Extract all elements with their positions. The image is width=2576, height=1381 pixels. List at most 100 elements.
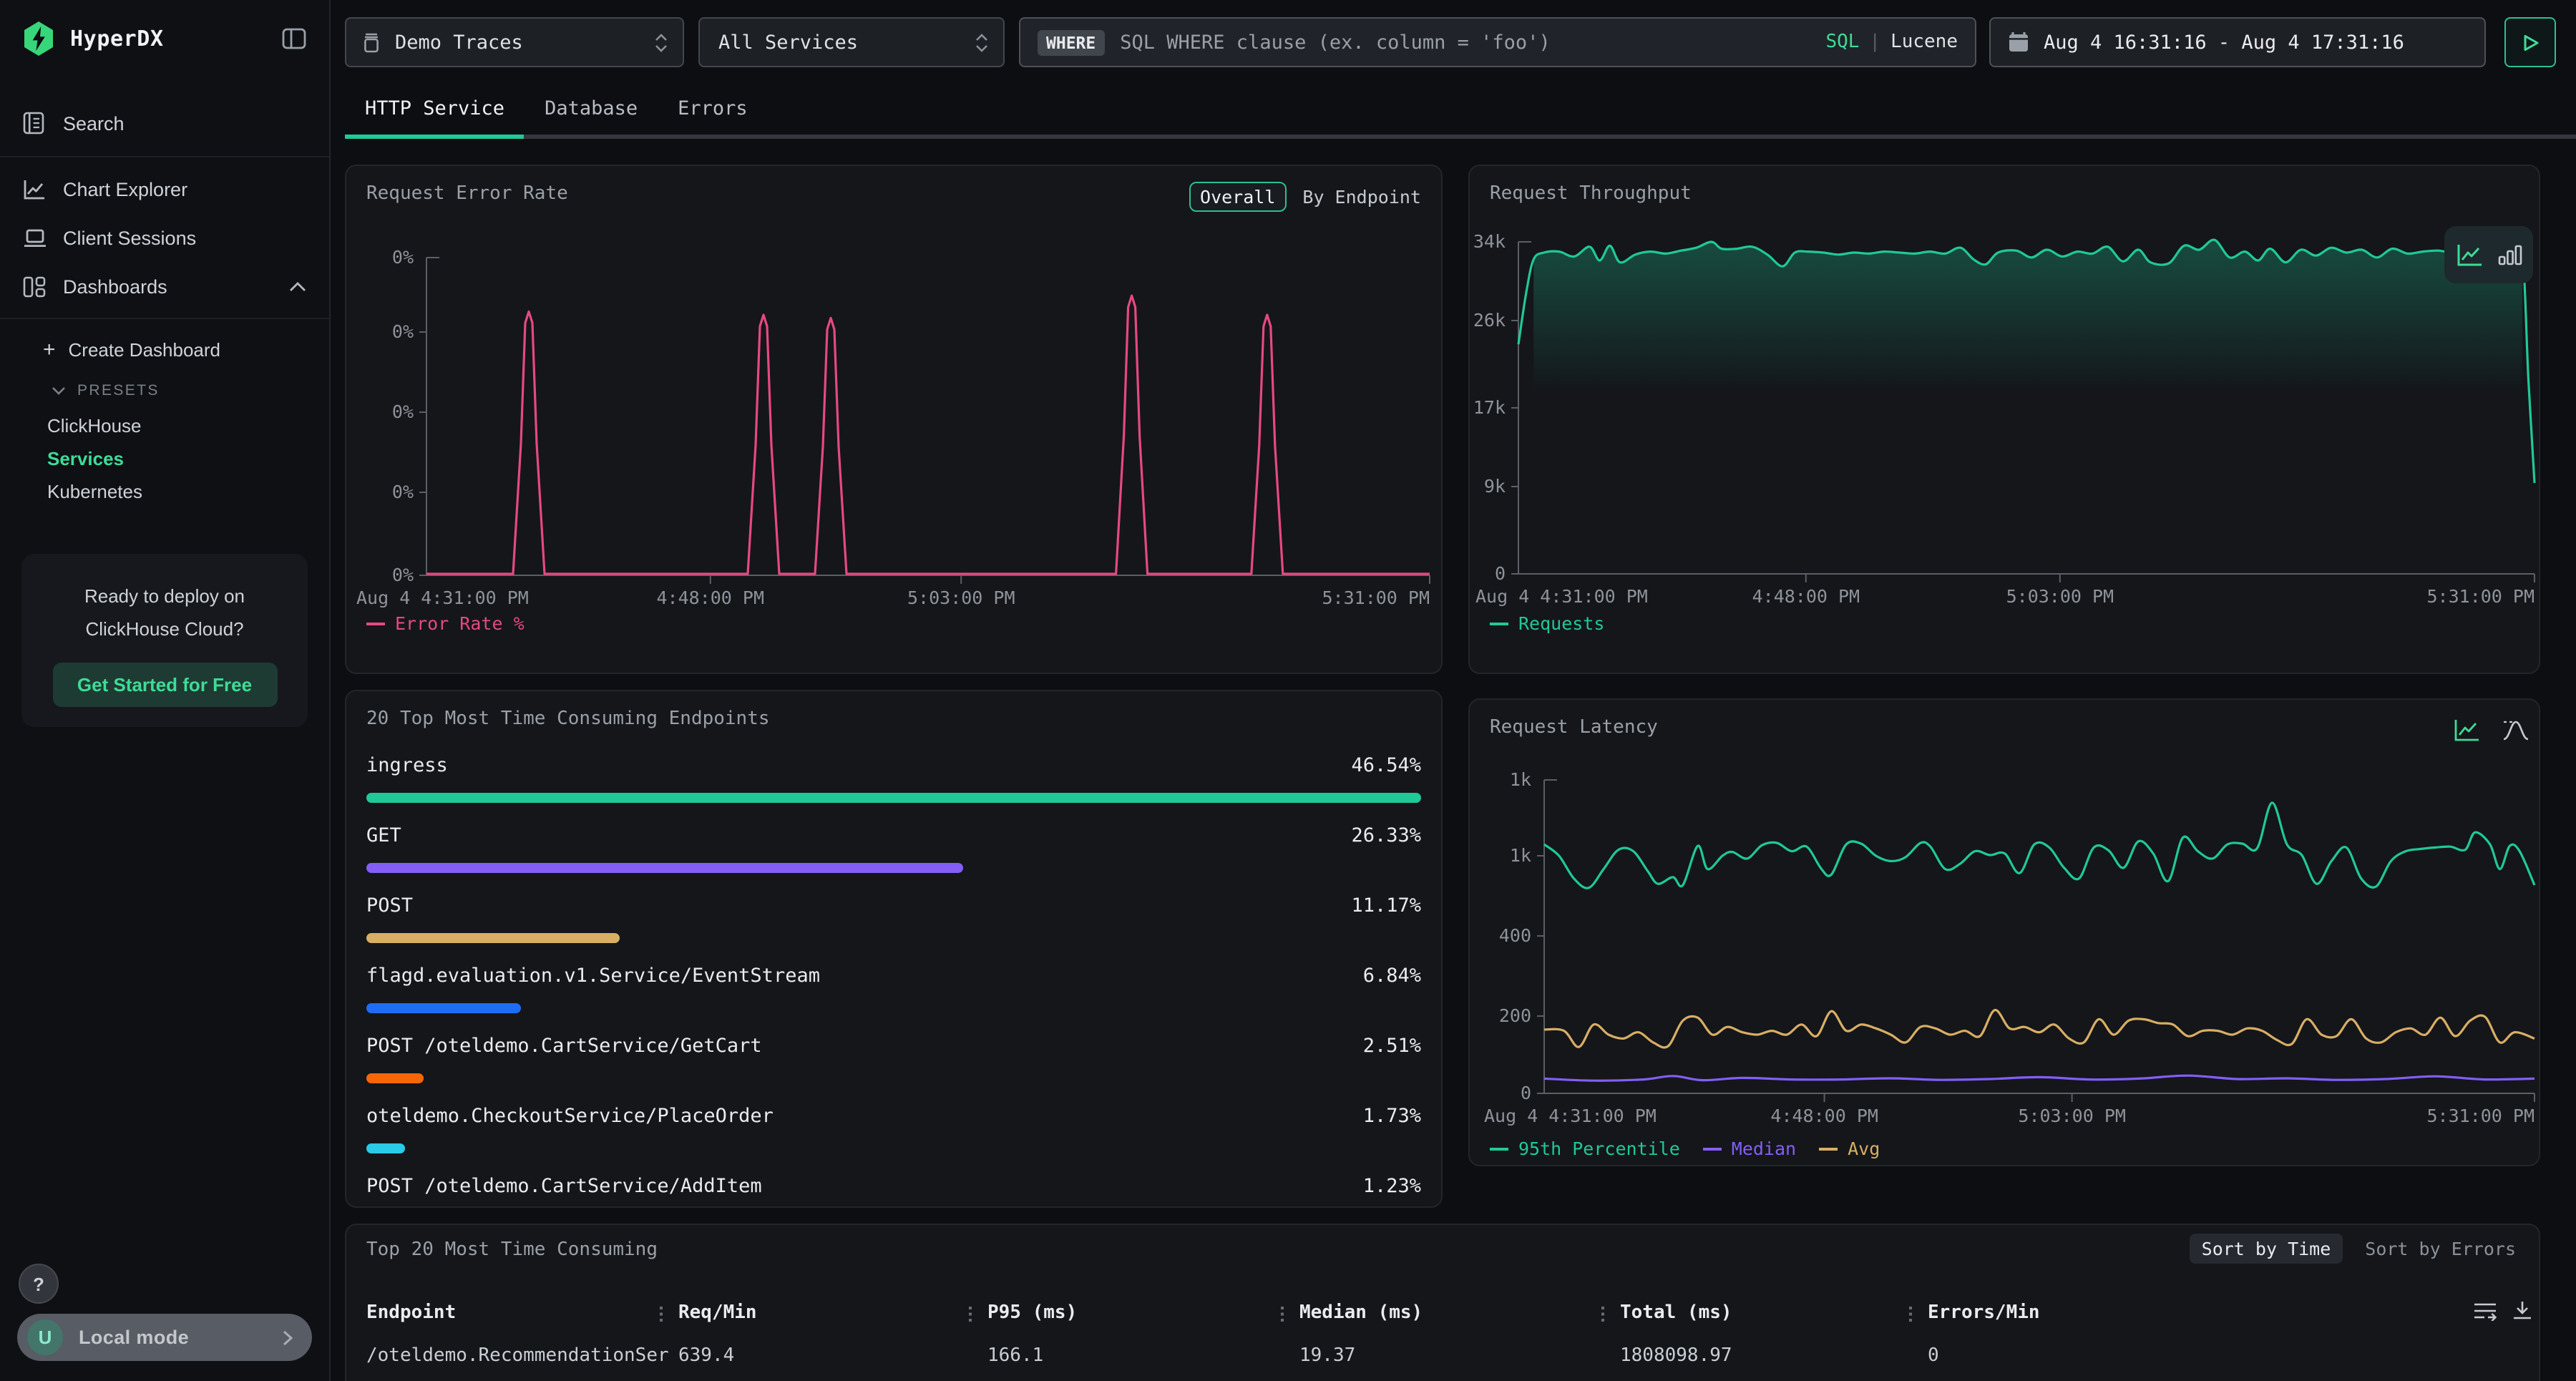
table-cell: 1808098.97 xyxy=(1620,1345,1732,1367)
endpoint-label: flagd.evaluation.v1.Service/EventStream xyxy=(366,965,820,987)
endpoint-bar xyxy=(366,1143,406,1153)
endpoint-row[interactable]: oteldemo.CheckoutService/PlaceOrder1.73% xyxy=(366,1093,1421,1163)
endpoint-row[interactable]: flagd.evaluation.v1.Service/EventStream6… xyxy=(366,953,1421,1023)
sort-by-time-button[interactable]: Sort by Time xyxy=(2190,1234,2343,1264)
get-started-button[interactable]: Get Started for Free xyxy=(52,663,277,707)
svg-text:1k: 1k xyxy=(1510,769,1531,790)
endpoint-percentage: 46.54% xyxy=(1351,754,1421,777)
sidebar-item-services[interactable]: Services xyxy=(0,442,329,475)
sidebar-item-chart-explorer[interactable]: Chart Explorer xyxy=(0,165,329,213)
where-keyword-chip: WHERE xyxy=(1038,29,1104,55)
data-source-value: Demo Traces xyxy=(395,31,654,54)
column-header[interactable]: Req/Min xyxy=(678,1302,757,1324)
dashboard-tabs: HTTP Service Database Errors xyxy=(345,86,768,135)
app-title: HyperDX xyxy=(70,26,282,52)
endpoint-row[interactable]: POST /oteldemo.CartService/AddItem 1.23% xyxy=(366,1163,1421,1208)
column-header[interactable]: P95 (ms) xyxy=(987,1302,1077,1324)
legend-entry: Median xyxy=(1703,1138,1796,1159)
endpoint-percentage: 1.23% xyxy=(1363,1175,1421,1198)
calendar-icon xyxy=(2008,31,2029,53)
svg-text:34k: 34k xyxy=(1473,231,1506,252)
endpoint-row[interactable]: GET26.33% xyxy=(366,813,1421,883)
service-select[interactable]: All Services xyxy=(698,17,1005,67)
sort-by-errors-button[interactable]: Sort by Errors xyxy=(2353,1234,2527,1264)
tab-database[interactable]: Database xyxy=(525,86,658,135)
create-dashboard-button[interactable]: + Create Dashboard xyxy=(0,326,329,372)
database-icon xyxy=(361,31,382,54)
help-button[interactable]: ? xyxy=(19,1264,59,1304)
endpoint-row[interactable]: ingress46.54% xyxy=(366,743,1421,813)
sidebar-item-label: Dashboards xyxy=(63,275,289,297)
column-drag-handle-icon[interactable] xyxy=(660,1307,663,1325)
select-chevrons-icon xyxy=(975,32,989,52)
bar-chart-icon[interactable] xyxy=(2497,243,2522,266)
svg-text:4:48:00 PM: 4:48:00 PM xyxy=(1770,1106,1878,1126)
column-drag-handle-icon[interactable] xyxy=(1281,1307,1284,1325)
endpoint-percentage: 11.17% xyxy=(1351,894,1421,917)
avatar: U xyxy=(27,1319,63,1355)
svg-text:0%: 0% xyxy=(392,247,414,268)
endpoint-label: POST /oteldemo.CartService/AddItem xyxy=(366,1175,762,1198)
search-input[interactable] xyxy=(1117,29,1825,55)
expand-rows-icon[interactable] xyxy=(2473,1300,2497,1320)
endpoint-row[interactable]: POST11.17% xyxy=(366,883,1421,953)
sidebar-item-client-sessions[interactable]: Client Sessions xyxy=(0,213,329,262)
svg-text:5:31:00 PM: 5:31:00 PM xyxy=(1322,587,1430,608)
where-clause-search[interactable]: WHERE SQL | Lucene xyxy=(1019,17,1976,67)
table-row[interactable]: /oteldemo.RecommendationServ639.4166.119… xyxy=(346,1345,2539,1374)
endpoint-row[interactable]: POST /oteldemo.CartService/GetCart 2.51% xyxy=(366,1023,1421,1093)
svg-text:Aug 4 4:31:00 PM: Aug 4 4:31:00 PM xyxy=(1484,1106,1657,1126)
panel-title: Top 20 Most Time Consuming xyxy=(366,1239,658,1261)
sidebar-item-search[interactable]: Search xyxy=(0,97,329,149)
column-drag-handle-icon[interactable] xyxy=(1601,1307,1604,1325)
run-query-button[interactable] xyxy=(2504,17,2556,67)
column-drag-handle-icon[interactable] xyxy=(969,1307,972,1325)
sidebar-item-dashboards[interactable]: Dashboards xyxy=(0,262,329,311)
throughput-chart[interactable]: 34k26k17k9k0Aug 4 4:31:00 PM4:48:00 PM5:… xyxy=(1470,166,2540,674)
tab-http-service[interactable]: HTTP Service xyxy=(345,86,525,135)
endpoint-bar xyxy=(366,793,1421,803)
data-source-select[interactable]: Demo Traces xyxy=(345,17,684,67)
promo-text: ClickHouse Cloud? xyxy=(36,613,293,645)
svg-text:Aug 4 4:31:00 PM: Aug 4 4:31:00 PM xyxy=(1475,586,1648,607)
request-throughput-panel: Request Throughput 34k26k17k9k0Aug 4 4:3… xyxy=(1468,165,2540,674)
sidebar-item-clickhouse[interactable]: ClickHouse xyxy=(0,409,329,442)
chart-legend: Error Rate % xyxy=(366,613,525,634)
error-rate-chart[interactable]: 0%0%0%0%0%Aug 4 4:31:00 PM4:48:00 PM5:03… xyxy=(346,166,1443,674)
collapse-sidebar-icon[interactable] xyxy=(282,27,306,50)
presets-section-header[interactable]: PRESETS xyxy=(0,372,329,409)
time-range-picker[interactable]: Aug 4 16:31:16 - Aug 4 17:31:16 xyxy=(1989,17,2486,67)
panel-title: 20 Top Most Time Consuming Endpoints xyxy=(366,708,770,730)
clickhouse-cloud-promo: Ready to deploy on ClickHouse Cloud? Get… xyxy=(21,554,308,727)
download-icon[interactable] xyxy=(2512,1299,2533,1321)
column-header[interactable]: Median (ms) xyxy=(1299,1302,1423,1324)
table-cell: 19.37 xyxy=(1299,1345,1355,1367)
column-drag-handle-icon[interactable] xyxy=(1909,1307,1912,1325)
sidebar-item-kubernetes[interactable]: Kubernetes xyxy=(0,475,329,508)
column-header[interactable]: Errors/Min xyxy=(1928,1302,2040,1324)
column-header[interactable]: Total (ms) xyxy=(1620,1302,1732,1324)
svg-text:5:03:00 PM: 5:03:00 PM xyxy=(2018,1106,2126,1126)
user-menu[interactable]: U Local mode xyxy=(17,1314,312,1361)
sidebar-divider xyxy=(0,156,329,157)
dashboards-grid-icon xyxy=(23,275,63,297)
promo-text: Ready to deploy on xyxy=(36,580,293,613)
endpoint-label: POST /oteldemo.CartService/GetCart xyxy=(366,1035,762,1058)
legend-entry: Error Rate % xyxy=(366,613,525,634)
endpoint-label: oteldemo.CheckoutService/PlaceOrder xyxy=(366,1105,774,1128)
column-header[interactable]: Endpoint xyxy=(366,1302,456,1324)
line-chart-icon[interactable] xyxy=(2455,242,2484,268)
chevron-up-icon[interactable] xyxy=(289,281,306,291)
active-tab-indicator xyxy=(345,135,524,139)
sql-mode-toggle[interactable]: SQL xyxy=(1825,31,1859,53)
endpoint-bar-list: ingress46.54%GET26.33%POST11.17%flagd.ev… xyxy=(366,743,1421,1208)
svg-text:4:48:00 PM: 4:48:00 PM xyxy=(657,587,765,608)
endpoint-percentage: 2.51% xyxy=(1363,1035,1421,1058)
table-actions xyxy=(2473,1299,2533,1321)
sidebar-item-label: Search xyxy=(63,112,125,134)
tab-errors[interactable]: Errors xyxy=(658,86,768,135)
time-range-value: Aug 4 16:31:16 - Aug 4 17:31:16 xyxy=(2044,31,2404,54)
endpoint-bar xyxy=(366,863,963,873)
latency-chart[interactable]: 1k1k4002000Aug 4 4:31:00 PM4:48:00 PM5:0… xyxy=(1470,700,2540,1166)
lucene-mode-toggle[interactable]: Lucene xyxy=(1890,31,1958,53)
